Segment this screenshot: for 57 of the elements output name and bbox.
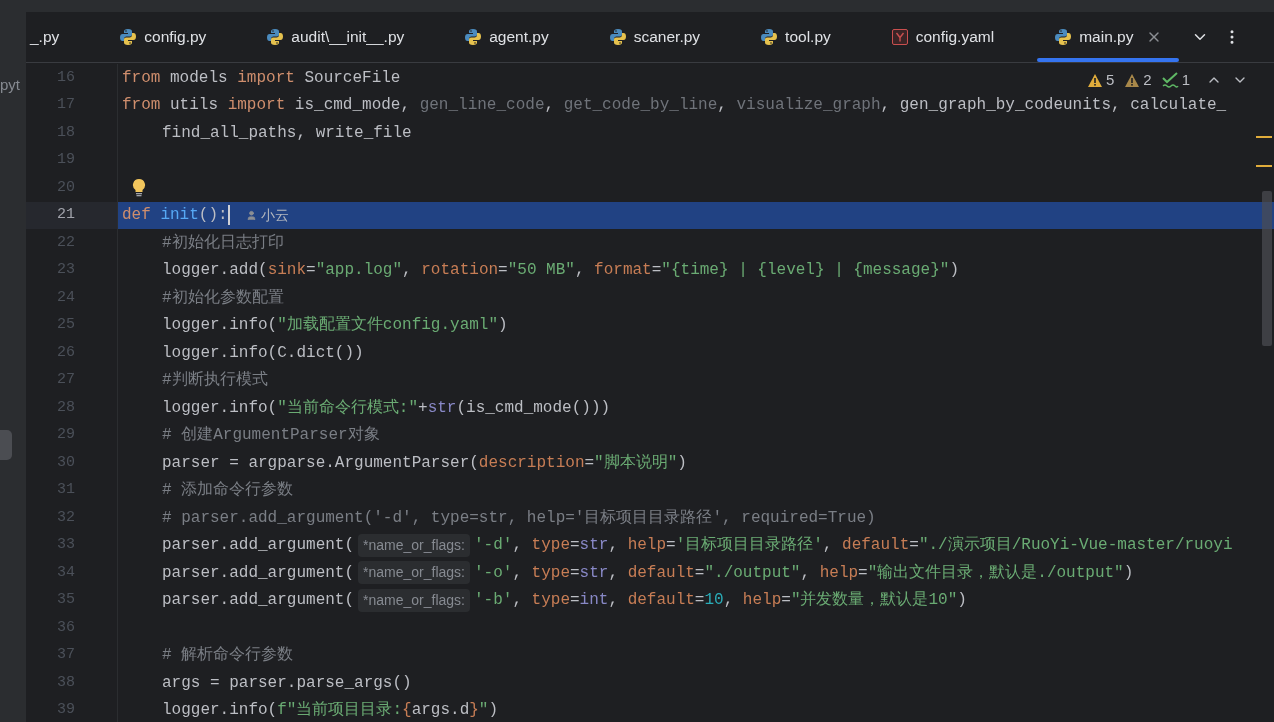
- parameter-hint: *name_or_flags:: [358, 561, 470, 585]
- code-text: logger.info(f"当前项目目录:{args.d}"): [162, 700, 499, 722]
- code-text: '-b', type=int, default=10, help="并发数量，默认是10"): [474, 589, 967, 612]
- code-text: logger.add(sink="app.log", rotation="50 MB", format="{time} | {level} | {message}"): [162, 260, 959, 282]
- scrollbar-thumb[interactable]: [0, 429, 12, 460]
- code-text: logger.info(C.dict()): [162, 342, 364, 364]
- code-text: from models import SourceFile: [122, 67, 401, 89]
- author-label[interactable]: 小云: [260, 204, 289, 226]
- code-text: logger.info("加载配置文件config.yaml"): [162, 314, 508, 337]
- python-icon: [464, 28, 483, 46]
- parameter-hint: *name_or_flags:: [358, 533, 470, 557]
- lightbulb-icon[interactable]: [132, 178, 146, 198]
- text-caret: [227, 205, 230, 226]
- line-number: 21: [57, 205, 75, 225]
- warning-marker[interactable]: [1256, 136, 1272, 138]
- code-text: '-o', type=str, default="./output", help="输出文件目录，默认是./output"): [474, 562, 1134, 584]
- code-text: args = parser.parse_args(): [162, 672, 412, 694]
- code-text: parser.add_argument(: [162, 562, 355, 584]
- code-text: parser.add_argument(: [162, 590, 355, 612]
- python-icon: [119, 28, 138, 46]
- code-text: find_all_paths, write_file: [162, 122, 412, 144]
- file-tab[interactable]: main.py: [1037, 12, 1180, 62]
- check-icon: [1161, 72, 1179, 89]
- file-tab[interactable]: tool.py: [743, 12, 848, 62]
- file-tab[interactable]: scaner.py: [591, 12, 718, 62]
- file-tab[interactable]: config.yaml: [873, 12, 1012, 62]
- code-text: '-d', type=str, help='目标项目目录路径', default="./演示项目/RuoYi-Vue-master/ruoyi: [474, 534, 1233, 557]
- file-tab[interactable]: audit\__init__.py: [249, 12, 422, 62]
- scrollbar-thumb[interactable]: [1262, 191, 1272, 346]
- code-text: #初始化日志打印: [162, 232, 284, 254]
- code-text: # parser.add_argument('-d', type=str, help='目标项目目录路径', required=True): [162, 507, 876, 529]
- inspection-count[interactable]: 2: [1143, 69, 1152, 92]
- code-text: parser.add_argument(: [162, 535, 355, 557]
- code-text: #初始化参数配置: [162, 287, 284, 309]
- code-text: # 解析命令行参数: [162, 645, 294, 667]
- code-text: # 添加命令行参数: [162, 480, 294, 502]
- code-text: # 创建ArgumentParser对象: [162, 425, 380, 447]
- warning-icon: [1124, 72, 1141, 88]
- file-tab[interactable]: agent.py: [447, 12, 566, 62]
- inspection-count[interactable]: 5: [1105, 69, 1115, 92]
- code-text: from utils import is_cmd_mode, gen_line_code, get_code_by_line, visualize_graph, gen_graph_by_codeunits, calculate_: [122, 95, 1227, 117]
- warning-marker[interactable]: [1256, 165, 1272, 167]
- python-icon: [266, 28, 285, 46]
- code-text: logger.info("当前命令行模式:"+str(is_cmd_mode())): [162, 397, 611, 419]
- python-icon: [760, 28, 779, 46]
- inspection-count[interactable]: 1: [1181, 69, 1190, 92]
- code-text: parser = argparse.ArgumentParser(description="脚本说明"): [162, 452, 687, 474]
- python-icon: [608, 28, 627, 46]
- file-tab[interactable]: config.py: [102, 12, 224, 62]
- yaml-file-icon: [890, 28, 909, 46]
- parameter-hint: *name_or_flags:: [358, 588, 470, 612]
- python-icon: [1054, 28, 1073, 46]
- file-tab[interactable]: _.py: [13, 12, 77, 62]
- panel-label: pyt: [0, 75, 21, 95]
- code-text: #判断执行模式: [162, 369, 268, 392]
- code-text: def init():: [122, 205, 228, 227]
- person-icon: [245, 209, 257, 221]
